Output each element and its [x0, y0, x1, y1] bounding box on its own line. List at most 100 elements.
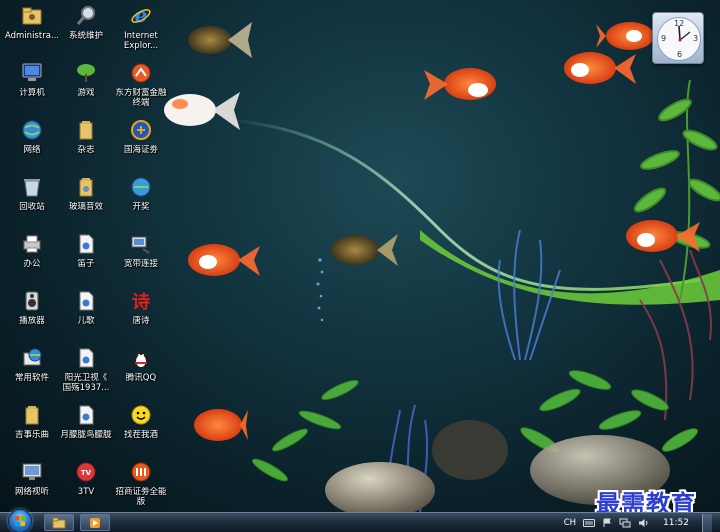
- office-printer-icon: [19, 231, 45, 257]
- taskbar: CH 11:52: [0, 508, 720, 532]
- taskbar-explorer-button[interactable]: [44, 514, 74, 531]
- volume-icon[interactable]: [638, 518, 650, 528]
- icon-label: 回收站: [19, 202, 45, 212]
- audio-file-icon: [73, 288, 99, 314]
- icon-label: 3TV: [77, 487, 95, 497]
- desktop-icon-spot-difference[interactable]: 找茬我酒: [111, 401, 171, 458]
- user-folder-icon: [19, 3, 45, 29]
- folder-icon: [73, 174, 99, 200]
- clock-face: 12 3 6 9: [657, 17, 701, 61]
- icon-label: Administra...: [4, 31, 60, 41]
- lottery-globe-icon: [128, 174, 154, 200]
- finance-terminal-icon: [128, 60, 154, 86]
- icon-label: 找茬我酒: [123, 430, 158, 440]
- audio-file-icon: [73, 402, 99, 428]
- icon-label: 系统维护: [68, 31, 103, 41]
- poem-character-icon: 诗: [128, 288, 154, 314]
- desktop-icon-eastmoney-terminal[interactable]: 东方财富金融 终端: [111, 59, 171, 116]
- media-player-icon: [90, 517, 100, 528]
- desktop-icon-network[interactable]: 网络: [2, 116, 62, 173]
- desktop-icon-games[interactable]: 游戏: [56, 59, 116, 116]
- icon-label: 杂志: [77, 145, 95, 155]
- icon-label: 东方财富金融 终端: [115, 88, 167, 108]
- desktop-icon-video-1937[interactable]: 阳光卫视《 国殇1937...: [56, 344, 116, 401]
- taskbar-media-player-button[interactable]: [80, 514, 110, 531]
- tree-icon: [73, 60, 99, 86]
- clock-hands: [678, 25, 691, 42]
- icon-label: 网络视听: [14, 487, 49, 497]
- desktop-icon-magazine[interactable]: 杂志: [56, 116, 116, 173]
- icon-label: 宽带连接: [123, 259, 158, 269]
- action-flag-icon[interactable]: [602, 518, 612, 528]
- desktop[interactable]: Administra... 计算机 网络 回收站 办公 播放器 常用软件 吉事乐…: [0, 0, 720, 512]
- svg-text:e: e: [135, 5, 148, 27]
- audio-file-icon: [73, 231, 99, 257]
- icon-label: 常用软件: [14, 373, 49, 383]
- desktop-icon-administrator[interactable]: Administra...: [2, 2, 62, 59]
- monitor-icon: [19, 459, 45, 485]
- icon-label: 吉事乐曲: [14, 430, 49, 440]
- desktop-icon-office[interactable]: 办公: [2, 230, 62, 287]
- icon-label: 儿歌: [77, 316, 95, 326]
- desktop-icon-player[interactable]: 播放器: [2, 287, 62, 344]
- desktop-icon-glass-sound[interactable]: 玻璃音效: [56, 173, 116, 230]
- icon-label: 播放器: [19, 316, 45, 326]
- desktop-icon-music-folder[interactable]: 吉事乐曲: [2, 401, 62, 458]
- broadband-icon: [128, 231, 154, 257]
- desktop-icon-recycle-bin[interactable]: 回收站: [2, 173, 62, 230]
- icon-label: 唐诗: [132, 316, 150, 326]
- desktop-icon-lottery[interactable]: 开奖: [111, 173, 171, 230]
- clock-gadget[interactable]: 12 3 6 9: [652, 12, 704, 64]
- desktop-icon-flute[interactable]: 笛子: [56, 230, 116, 287]
- start-button[interactable]: [8, 508, 32, 532]
- desktop-icon-network-video[interactable]: 网络视听: [2, 458, 62, 512]
- icon-label: 办公: [23, 259, 41, 269]
- speaker-player-icon: [19, 288, 45, 314]
- icon-label: 游戏: [77, 88, 95, 98]
- smiley-icon: [128, 402, 154, 428]
- icon-label: 国海证劵: [123, 145, 158, 155]
- network-globe-icon: [19, 117, 45, 143]
- desktop-icon-internet-explorer[interactable]: e Internet Explor...: [111, 2, 171, 59]
- software-globe-icon: [19, 345, 45, 371]
- desktop-icon-tencent-qq[interactable]: 腾讯QQ: [111, 344, 171, 401]
- folder-icon: [73, 117, 99, 143]
- keyboard-icon[interactable]: [583, 518, 596, 528]
- magnifier-icon: [73, 3, 99, 29]
- icon-label: 招商证劵全能 版: [115, 487, 167, 507]
- folder-icon: [19, 402, 45, 428]
- icon-label: 阳光卫视《 国殇1937...: [62, 373, 110, 393]
- system-tray: CH 11:52: [564, 513, 720, 532]
- desktop-icon-kids-songs[interactable]: 儿歌: [56, 287, 116, 344]
- poem-glyph: 诗: [132, 292, 150, 313]
- tv-ball-icon: TV: [73, 459, 99, 485]
- icon-label: 月朦胧鸟朦胧: [60, 430, 112, 440]
- desktop-icon-cmb-securities[interactable]: 招商证劵全能 版: [111, 458, 171, 512]
- desktop-icon-moonlight-song[interactable]: 月朦胧鸟朦胧: [56, 401, 116, 458]
- icon-label: 玻璃音效: [68, 202, 103, 212]
- desktop-icon-system-maintenance[interactable]: 系统维护: [56, 2, 116, 59]
- desktop-icon-guohai-securities[interactable]: 国海证劵: [111, 116, 171, 173]
- icon-label: Internet Explor...: [123, 31, 159, 51]
- icon-label: 腾讯QQ: [125, 373, 157, 383]
- icon-label: 网络: [23, 145, 41, 155]
- qq-penguin-icon: [128, 345, 154, 371]
- desktop-icon-common-software[interactable]: 常用软件: [2, 344, 62, 401]
- icon-label: 计算机: [19, 88, 45, 98]
- icon-label: 开奖: [132, 202, 150, 212]
- video-file-icon: [73, 345, 99, 371]
- recycle-bin-icon: [19, 174, 45, 200]
- desktop-icon-3tv[interactable]: TV 3TV: [56, 458, 116, 512]
- internet-explorer-icon: e: [128, 3, 154, 29]
- svg-text:TV: TV: [81, 469, 92, 477]
- watermark-text: 最需教育: [596, 489, 696, 512]
- desktop-icon-broadband-connection[interactable]: 宽带连接: [111, 230, 171, 287]
- computer-icon: [19, 60, 45, 86]
- taskbar-clock[interactable]: 11:52: [663, 518, 689, 528]
- desktop-icon-tang-poems[interactable]: 诗 唐诗: [111, 287, 171, 344]
- show-desktop-button[interactable]: [702, 513, 712, 532]
- icon-label: 笛子: [77, 259, 95, 269]
- network-icon[interactable]: [619, 518, 631, 528]
- input-method-indicator[interactable]: CH: [564, 518, 576, 528]
- desktop-icon-computer[interactable]: 计算机: [2, 59, 62, 116]
